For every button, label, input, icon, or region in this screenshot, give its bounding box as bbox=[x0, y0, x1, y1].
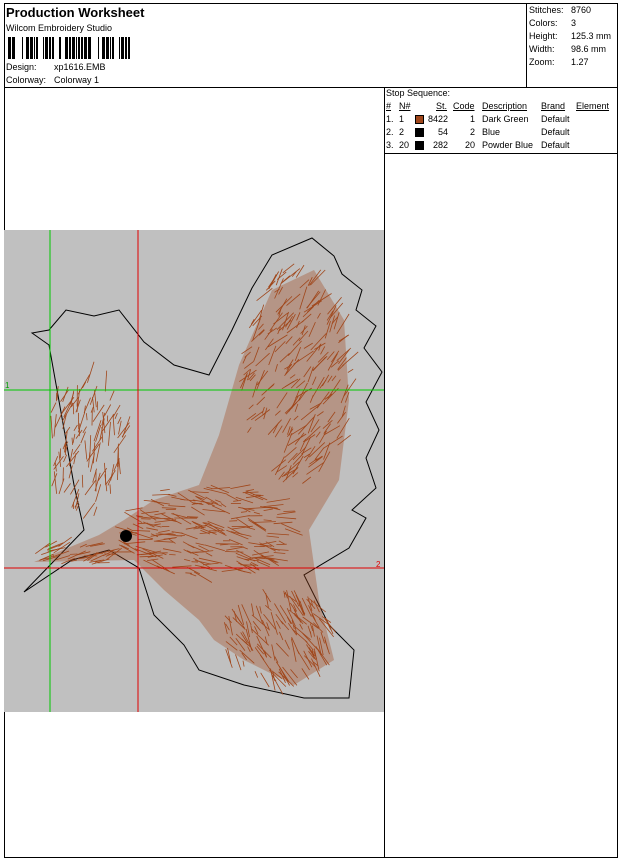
stop-sequence-header: # N# St. Code Description Brand Element bbox=[386, 101, 616, 113]
header-divider bbox=[4, 87, 618, 88]
col-element: Element bbox=[576, 101, 610, 111]
stop-table-divider bbox=[384, 153, 618, 154]
stop-row[interactable]: 2. 2 54 2 Blue Default bbox=[386, 127, 616, 140]
software-name: Wilcom Embroidery Studio bbox=[6, 23, 113, 33]
stats-divider bbox=[526, 3, 527, 87]
barcode bbox=[8, 37, 130, 59]
embroidery-bird-image: 1 2 bbox=[4, 230, 384, 712]
colorway-label: Colorway: bbox=[6, 75, 47, 85]
colorway-value: Colorway 1 bbox=[54, 75, 100, 85]
col-code: Code bbox=[453, 101, 475, 111]
guide-marker-green: 1 bbox=[5, 381, 10, 390]
stat-stitches: Stitches: 8760 bbox=[529, 5, 592, 15]
stat-width: Width: 98.6 mm bbox=[529, 44, 607, 54]
stop-row[interactable]: 1. 1 8422 1 Dark Green Default bbox=[386, 114, 616, 127]
stat-zoom: Zoom: 1.27 bbox=[529, 57, 589, 67]
color-swatch bbox=[415, 141, 424, 150]
right-column-divider bbox=[384, 87, 385, 858]
col-description: Description bbox=[482, 101, 528, 111]
col-st: St. bbox=[436, 101, 448, 111]
stop-sequence-caption: Stop Sequence: bbox=[386, 88, 451, 98]
colorway-row: Colorway: Colorway 1 bbox=[6, 75, 206, 87]
stat-colors: Colors: 3 bbox=[529, 18, 577, 28]
color-swatch bbox=[415, 115, 424, 124]
page-title: Production Worksheet bbox=[6, 5, 145, 20]
design-row: Design: xp1616.EMB bbox=[6, 62, 206, 74]
color-swatch bbox=[415, 128, 424, 137]
design-label: Design: bbox=[6, 62, 37, 72]
design-value: xp1616.EMB bbox=[54, 62, 106, 72]
col-num: # bbox=[386, 101, 392, 111]
stat-height: Height: 125.3 mm bbox=[529, 31, 612, 41]
col-brand: Brand bbox=[541, 101, 566, 111]
bird-eye bbox=[120, 530, 132, 542]
design-preview[interactable]: 1 2 bbox=[4, 230, 384, 712]
stop-row[interactable]: 3. 20 282 20 Powder Blue Default bbox=[386, 140, 616, 153]
guide-marker-red: 2 bbox=[376, 560, 381, 569]
col-n: N# bbox=[399, 101, 411, 111]
